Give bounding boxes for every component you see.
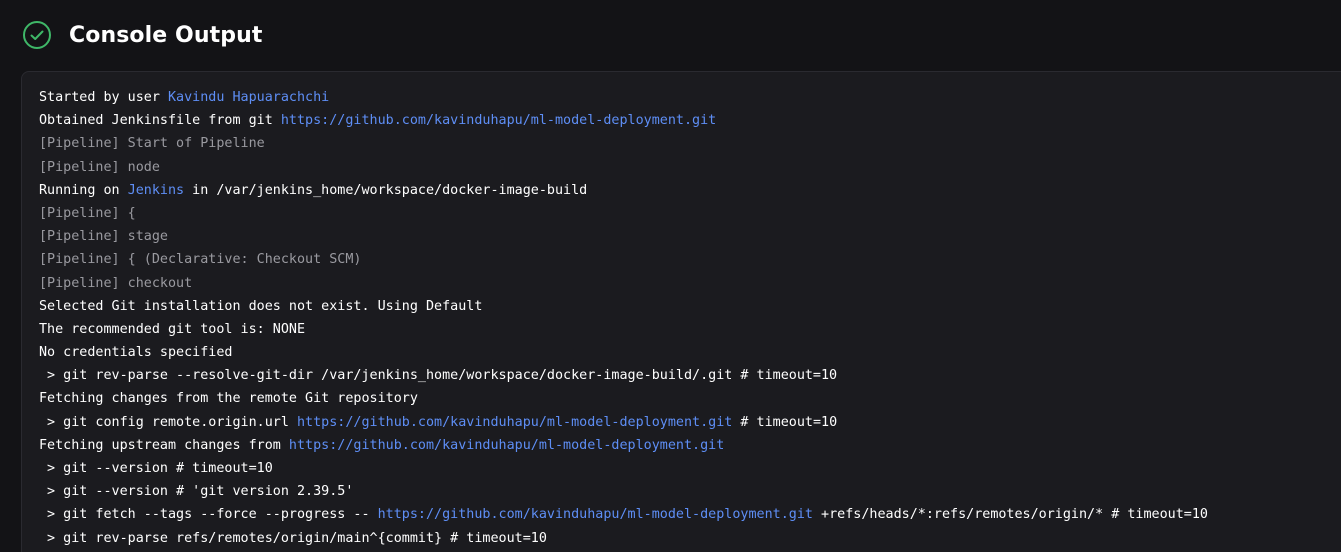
console-text: [Pipeline] { (Declarative: Checkout SCM) [39,252,362,268]
console-log: Started by user Kavindu Hapuarachchi Obta… [39,86,1208,550]
console-text: > git fetch --tags --force --progress -- [39,507,378,523]
console-line: Running on Jenkins in /var/jenkins_home/… [39,179,1208,202]
console-line: > git fetch --tags --force --progress --… [39,503,1208,526]
console-text: > git config remote.origin.url [39,414,297,430]
console-line: > git --version # timeout=10 [39,457,1208,480]
console-link[interactable]: Jenkins [128,183,184,198]
console-line: Fetching changes from the remote Git rep… [39,387,1208,410]
console-line: Selected Git installation does not exist… [39,295,1208,318]
console-text: > git --version # 'git version 2.39.5' [39,484,354,500]
console-text: in /var/jenkins_home/workspace/docker-im… [184,182,588,198]
console-text: Running on [39,182,128,198]
page-title: Console Output [69,22,263,48]
console-line: > git --version # 'git version 2.39.5' [39,480,1208,503]
console-text: [Pipeline] Start of Pipeline [39,136,265,152]
console-text: Fetching upstream changes from [39,437,289,453]
console-line: [Pipeline] { (Declarative: Checkout SCM) [39,248,1208,271]
console-text: +refs/heads/*:refs/remotes/origin/* # ti… [812,507,1208,523]
console-text: The recommended git tool is: NONE [39,321,306,337]
console-text: > git rev-parse --resolve-git-dir /var/j… [39,368,838,384]
console-line: [Pipeline] Start of Pipeline [39,132,1208,155]
console-text: > git rev-parse refs/remotes/origin/main… [39,530,547,546]
console-text: [Pipeline] { [39,205,136,221]
console-line: [Pipeline] node [39,156,1208,179]
console-text: [Pipeline] stage [39,229,168,245]
console-text: No credentials specified [39,345,233,361]
console-line: No credentials specified [39,341,1208,364]
page-header: Console Output [22,19,262,51]
console-link[interactable]: Kavindu Hapuarachchi [168,90,329,105]
console-text: Fetching changes from the remote Git rep… [39,391,418,407]
console-line: The recommended git tool is: NONE [39,318,1208,341]
console-line: [Pipeline] stage [39,225,1208,248]
console-link[interactable]: https://github.com/kavinduhapu/ml-model-… [297,415,732,430]
console-link[interactable]: https://github.com/kavinduhapu/ml-model-… [378,507,813,522]
console-text: # timeout=10 [732,414,838,430]
console-line: Obtained Jenkinsfile from git https://gi… [39,109,1208,132]
console-text: Selected Git installation does not exist… [39,298,483,314]
console-text: Started by user [39,90,168,105]
console-line: [Pipeline] { [39,202,1208,225]
console-line: > git rev-parse --resolve-git-dir /var/j… [39,364,1208,387]
console-text: > git --version # timeout=10 [39,461,273,476]
console-line: Fetching upstream changes from https://g… [39,434,1208,457]
check-circle-icon [22,20,52,50]
console-line: > git rev-parse refs/remotes/origin/main… [39,527,1208,550]
console-line: > git config remote.origin.url https://g… [39,411,1208,434]
console-link[interactable]: https://github.com/kavinduhapu/ml-model-… [281,113,716,128]
console-text: [Pipeline] node [39,159,160,175]
console-text: [Pipeline] checkout [39,275,193,291]
console-link[interactable]: https://github.com/kavinduhapu/ml-model-… [289,438,724,453]
console-text: Obtained Jenkinsfile from git [39,113,281,129]
console-line: Started by user Kavindu Hapuarachchi [39,86,1208,109]
console-output-panel: Started by user Kavindu Hapuarachchi Obta… [21,71,1341,552]
console-line: [Pipeline] checkout [39,272,1208,295]
